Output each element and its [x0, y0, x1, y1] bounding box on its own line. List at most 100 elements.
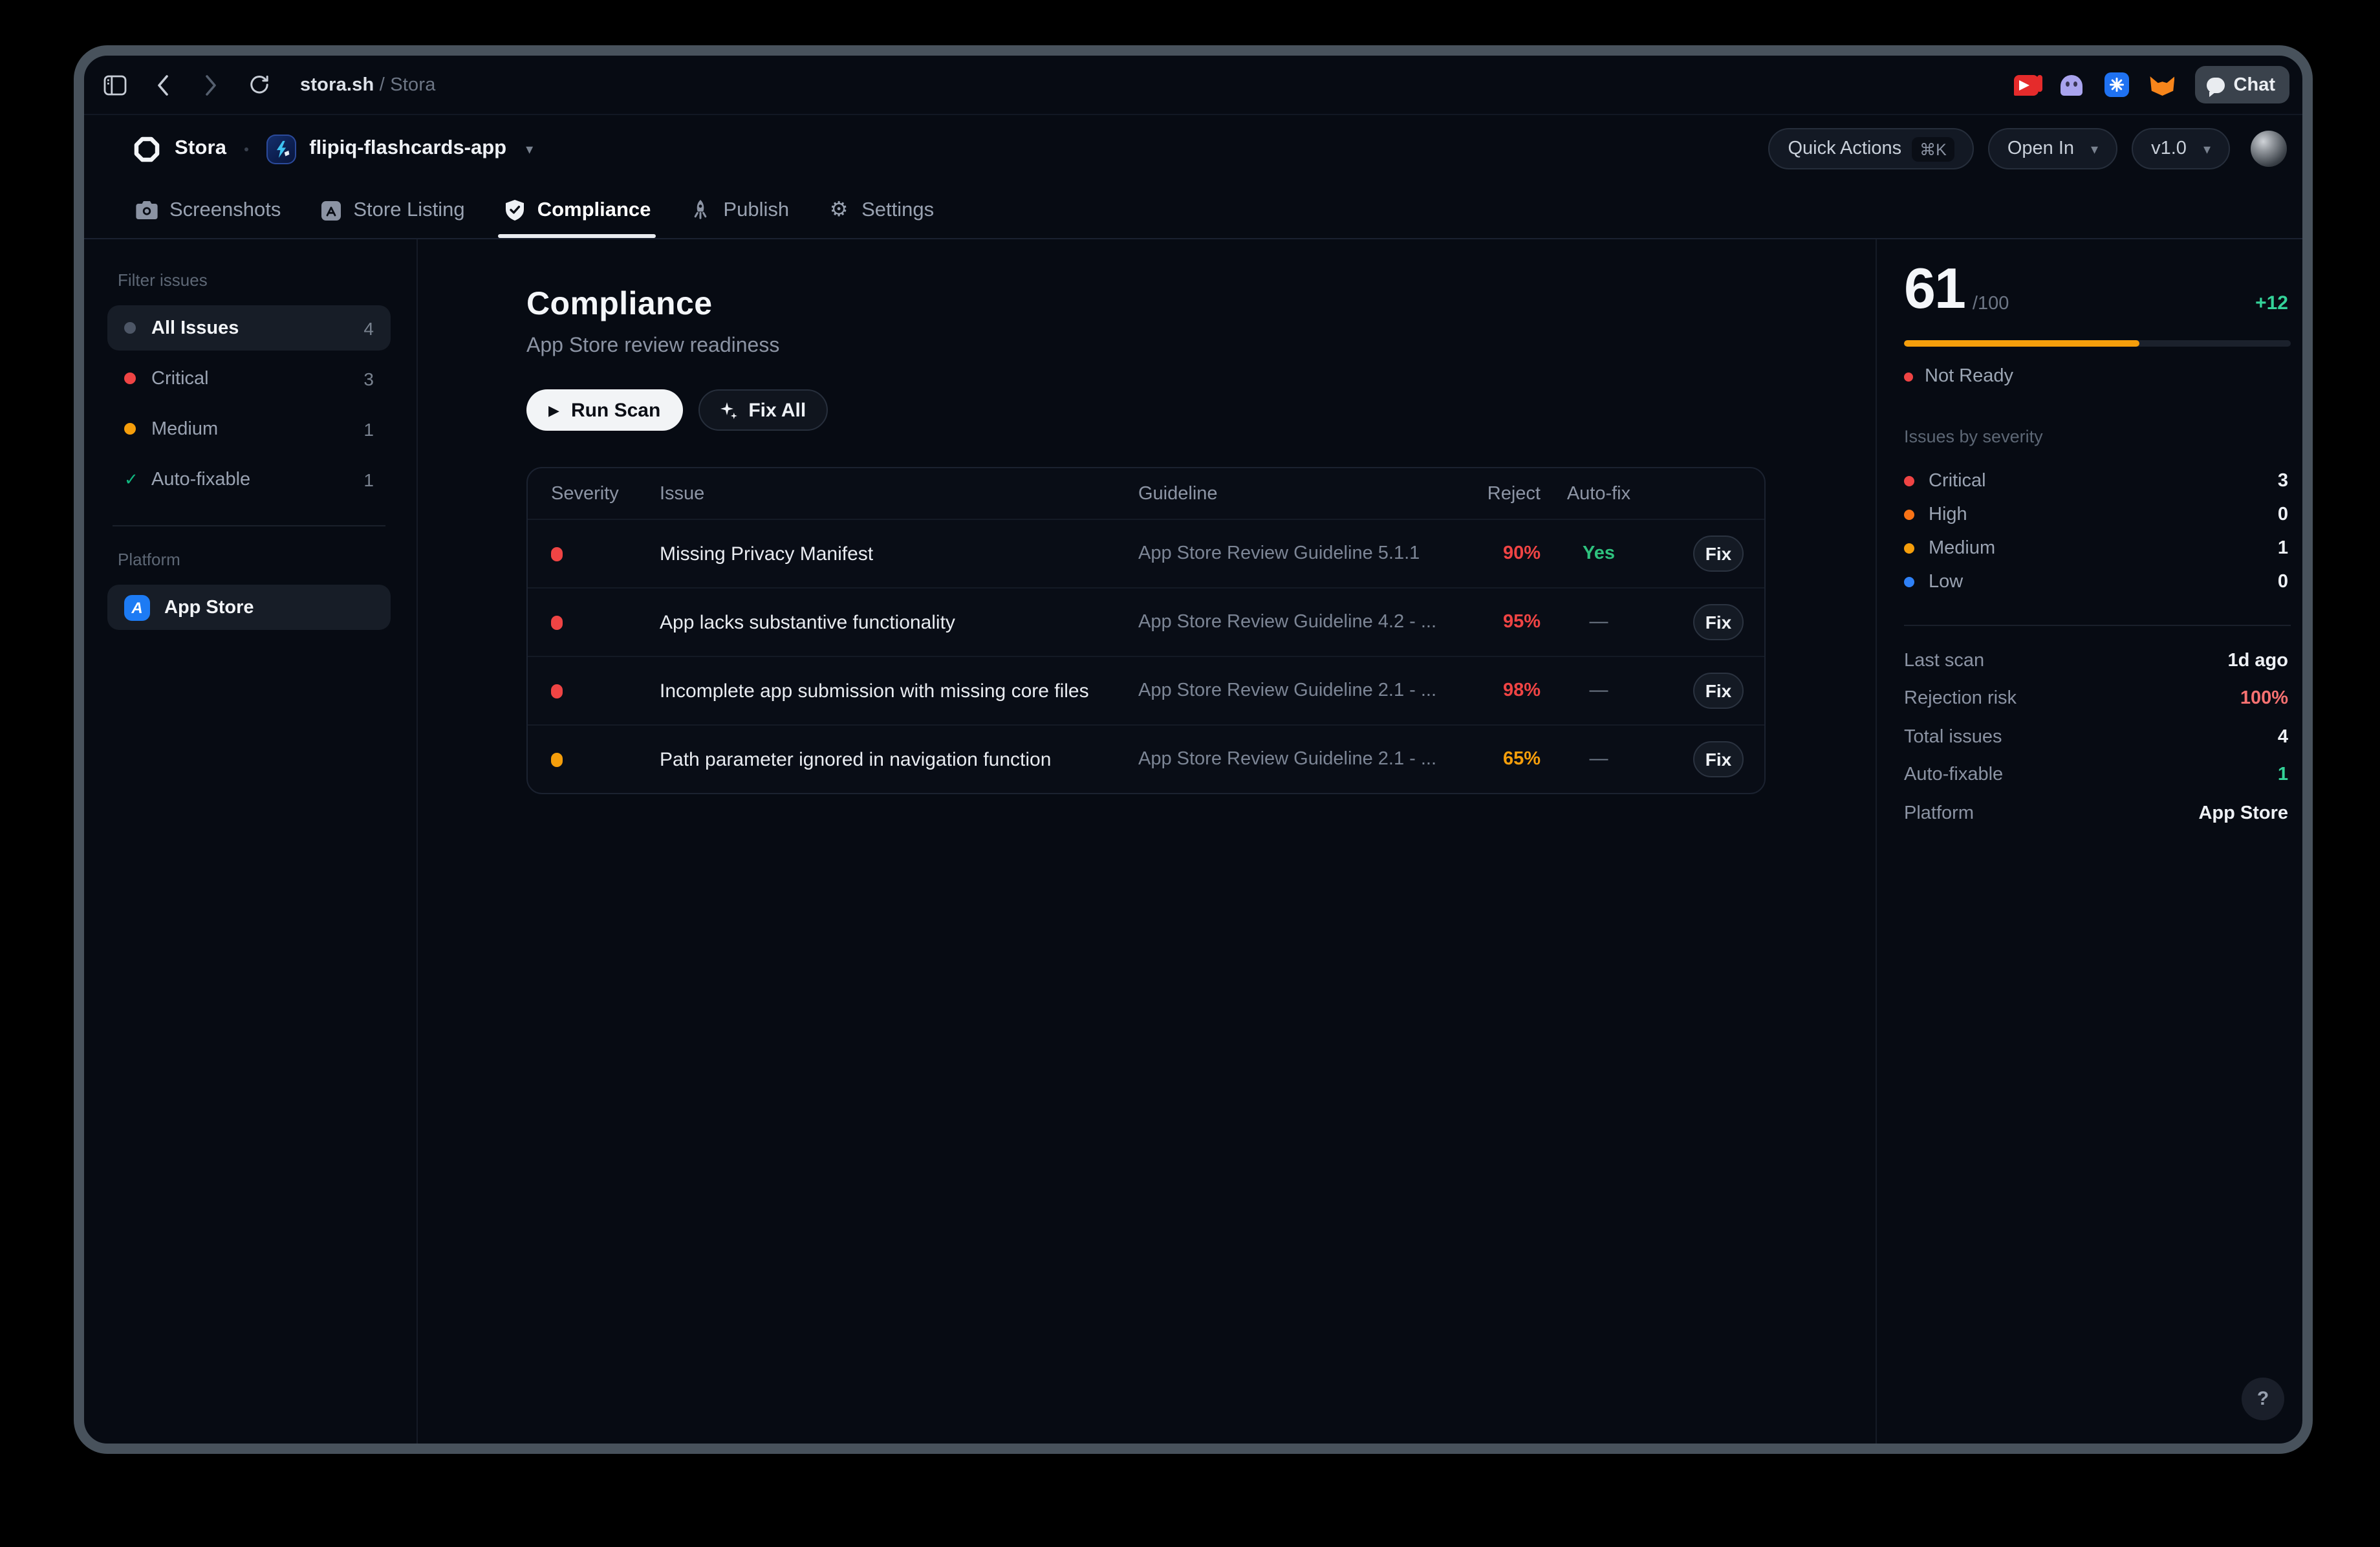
brand-name: Stora [175, 137, 226, 160]
reject-pct: 95% [1442, 612, 1541, 633]
brand[interactable]: Stora [133, 135, 226, 162]
metamask-fox-icon[interactable] [2150, 72, 2176, 98]
rocket-icon [689, 199, 711, 221]
open-in-label: Open In [2007, 138, 2074, 159]
filter-label: All Issues [151, 318, 239, 338]
fix-button[interactable]: Fix [1693, 536, 1744, 572]
fix-button[interactable]: Fix [1693, 673, 1744, 709]
filter-label: Medium [151, 418, 218, 439]
sparkles-icon [720, 401, 737, 419]
issue-guideline: App Store Review Guideline 2.1 - ... [1138, 680, 1442, 701]
filter-medium[interactable]: Medium 1 [107, 406, 391, 451]
chevron-down-icon: ▾ [2091, 140, 2098, 157]
forward-icon[interactable] [198, 72, 224, 98]
score-row: 61 /100 +12 [1904, 261, 2289, 318]
filter-critical[interactable]: Critical 3 [107, 356, 391, 401]
issue-title: Incomplete app submission with missing c… [660, 680, 1138, 702]
table-row[interactable]: Missing Privacy Manifest App Store Revie… [528, 519, 1764, 587]
quick-actions-label: Quick Actions [1788, 138, 1901, 159]
starburst-blue-icon[interactable] [2104, 72, 2130, 98]
content: Filter issues All Issues 4 Critical 3 Me… [84, 239, 2302, 1444]
page-title: Compliance [526, 286, 1767, 323]
autofix-value: Yes [1541, 543, 1657, 564]
sidebar-toggle-icon[interactable] [102, 72, 128, 98]
stat-value: 100% [2240, 689, 2288, 709]
autofix-value: — [1541, 612, 1657, 633]
stat-label: Total issues [1904, 727, 2002, 748]
app-selector[interactable]: flipiq-flashcards-app ▾ [266, 134, 533, 164]
severity-row-medium: Medium 1 [1904, 532, 2289, 565]
sidebar: Filter issues All Issues 4 Critical 3 Me… [84, 239, 418, 1444]
ghost-purple-icon[interactable] [2059, 72, 2085, 98]
issues-table: Severity Issue Guideline Reject Auto-fix… [526, 467, 1766, 794]
issue-guideline: App Store Review Guideline 4.2 - ... [1138, 612, 1442, 633]
sidebar-divider [113, 525, 385, 526]
table-row[interactable]: App lacks substantive functionality App … [528, 587, 1764, 656]
col-severity: Severity [551, 483, 660, 504]
app-store-badge-icon [319, 199, 341, 221]
stat-last-scan: Last scan 1d ago [1904, 642, 2289, 680]
severity-label: Critical [1929, 471, 1986, 492]
filter-all-issues[interactable]: All Issues 4 [107, 305, 391, 351]
chevron-down-icon: ▾ [2203, 140, 2211, 157]
issue-title: App lacks substantive functionality [660, 611, 1138, 633]
filter-label: Auto-fixable [151, 469, 250, 490]
fix-button[interactable]: Fix [1693, 741, 1744, 777]
severity-count: 1 [2278, 538, 2288, 559]
back-icon[interactable] [150, 72, 176, 98]
fix-all-button[interactable]: Fix All [698, 389, 828, 431]
stat-label: Platform [1904, 803, 1974, 824]
open-in-button[interactable]: Open In ▾ [1988, 128, 2117, 169]
col-guideline: Guideline [1138, 483, 1442, 504]
gear-icon: ⚙ [828, 199, 850, 221]
severity-count: 0 [2278, 504, 2288, 525]
all-issues-dot-icon [124, 322, 136, 334]
tab-settings[interactable]: ⚙ Settings [828, 182, 934, 238]
issue-title: Path parameter ignored in navigation fun… [660, 748, 1138, 770]
tab-label: Publish [723, 199, 789, 222]
toolbar-nav-group [102, 72, 272, 98]
reload-icon[interactable] [246, 72, 272, 98]
tab-screenshots[interactable]: Screenshots [136, 182, 281, 238]
help-button[interactable]: ? [2242, 1378, 2284, 1420]
filter-count: 1 [363, 469, 374, 490]
tab-compliance[interactable]: Compliance [504, 182, 651, 238]
tab-store-listing[interactable]: Store Listing [319, 182, 464, 238]
tab-label: Screenshots [169, 199, 281, 222]
critical-dot-icon [124, 373, 136, 384]
medium-dot-icon [124, 423, 136, 435]
chevron-down-icon: ▾ [526, 140, 533, 157]
table-row[interactable]: Incomplete app submission with missing c… [528, 656, 1764, 724]
stat-value: 1d ago [2228, 651, 2288, 671]
reject-pct: 90% [1442, 543, 1541, 564]
table-row[interactable]: Path parameter ignored in navigation fun… [528, 724, 1764, 793]
stat-label: Rejection risk [1904, 689, 2017, 709]
stat-value: App Store [2198, 803, 2288, 824]
tab-publish[interactable]: Publish [689, 182, 789, 238]
readiness-status: Not Ready [1904, 366, 2289, 387]
fix-button[interactable]: Fix [1693, 604, 1744, 640]
run-scan-button[interactable]: ▶ Run Scan [526, 389, 682, 431]
issue-title: Missing Privacy Manifest [660, 543, 1138, 565]
chat-button[interactable]: Chat [2195, 66, 2289, 103]
quick-actions-button[interactable]: Quick Actions ⌘K [1768, 128, 1973, 169]
stat-total-issues: Total issues 4 [1904, 718, 2289, 756]
avatar[interactable] [2251, 131, 2287, 167]
filter-auto-fixable[interactable]: ✓ Auto-fixable 1 [107, 457, 391, 502]
address-bar[interactable]: stora.sh / Stora [300, 74, 436, 95]
dislike-red-icon[interactable] [2014, 72, 2040, 98]
filter-count: 4 [363, 318, 374, 338]
score-progress-fill [1904, 340, 2140, 347]
severity-count: 3 [2278, 471, 2288, 492]
version-selector[interactable]: v1.0 ▾ [2132, 128, 2230, 169]
actions-row: ▶ Run Scan Fix All [526, 389, 1767, 431]
platform-app-store[interactable]: A App Store [107, 585, 391, 630]
severity-row-high: High 0 [1904, 498, 2289, 532]
critical-dot-icon [1904, 476, 1914, 486]
col-issue: Issue [660, 483, 1138, 504]
high-dot-icon [1904, 510, 1914, 520]
tab-bar: Screenshots Store Listing Compliance Pub… [84, 182, 2302, 239]
filter-count: 3 [363, 368, 374, 389]
tab-label: Store Listing [353, 199, 464, 222]
stat-rejection-risk: Rejection risk 100% [1904, 680, 2289, 718]
